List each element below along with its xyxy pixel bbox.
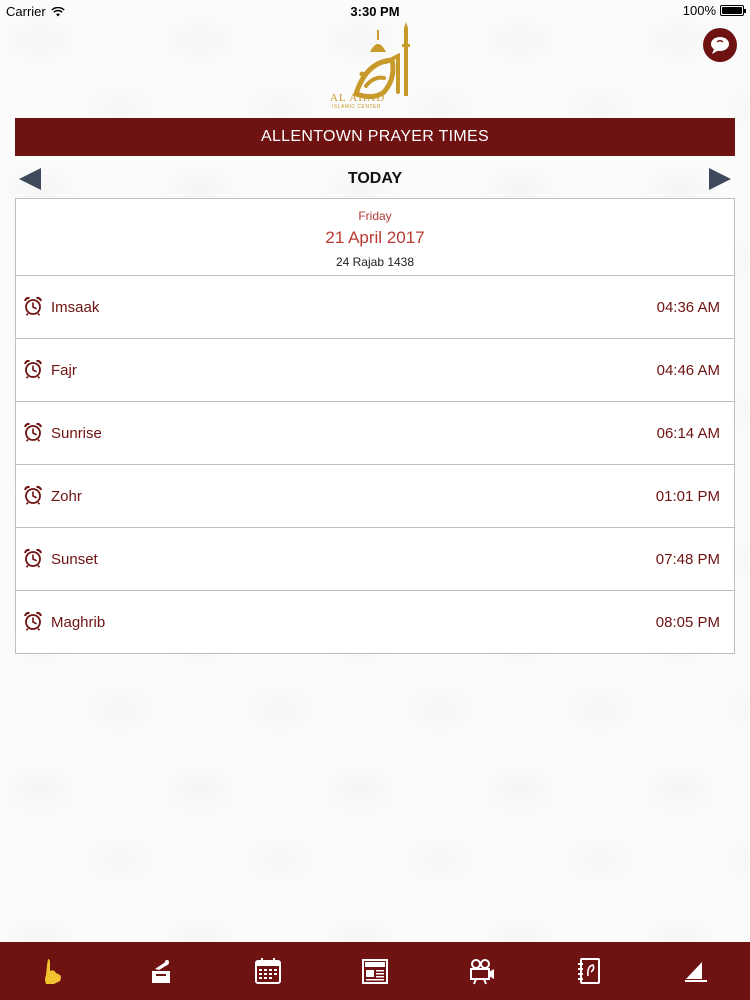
prayer-row-sunset[interactable]: Sunset 07:48 PM (15, 528, 735, 591)
prayer-hands-icon (45, 959, 61, 984)
prayer-name: Zohr (51, 488, 82, 505)
day-label: TODAY (347, 170, 403, 187)
logo-name: AL AHAD (330, 92, 386, 104)
alarm-clock-icon (24, 359, 42, 379)
prayer-name: Maghrib (51, 614, 106, 631)
prayer-time: 01:01 PM (655, 488, 720, 505)
page-title: ALLENTOWN PRAYER TIMES (261, 128, 489, 145)
prayer-row-imsaak[interactable]: Imsaak 04:36 AM (15, 276, 735, 339)
prayer-row-maghrib[interactable]: Maghrib 08:05 PM (15, 591, 735, 654)
alarm-clock-icon (24, 611, 42, 631)
prayer-name: Sunset (51, 551, 98, 568)
tab-calendar[interactable] (253, 956, 283, 986)
next-day-arrow-icon[interactable] (707, 166, 733, 192)
alarm-clock-icon (24, 296, 42, 316)
battery-icon (720, 5, 746, 16)
tab-news[interactable] (360, 956, 390, 986)
chat-bubble-icon (711, 37, 729, 54)
battery-percent: 100% (682, 3, 716, 18)
prayer-time: 04:46 AM (656, 362, 720, 379)
prayer-name: Sunrise (51, 425, 102, 442)
status-time: 3:30 PM (350, 4, 400, 19)
prayer-name: Imsaak (51, 299, 100, 316)
prayer-time: 07:48 PM (655, 551, 720, 568)
prayer-name: Fajr (51, 362, 77, 379)
prayer-row-fajr[interactable]: Fajr 04:46 AM (15, 339, 735, 402)
alarm-clock-icon (24, 422, 42, 442)
video-camera-icon (470, 959, 494, 985)
calendar-icon (255, 958, 281, 984)
page-title-bar: ALLENTOWN PRAYER TIMES (15, 118, 735, 156)
hijri-date: 24 Rajab 1438 (335, 255, 415, 269)
gregorian-date: 21 April 2017 (325, 228, 425, 247)
sailboat-icon (685, 962, 707, 982)
logo-subtitle: ISLAMIC CENTER (332, 104, 381, 110)
battery-indicator: 100% (682, 3, 746, 18)
tab-prayer-times[interactable] (39, 956, 69, 986)
status-bar: Carrier 3:30 PM 100% (0, 0, 750, 22)
alarm-clock-icon (24, 485, 42, 505)
bottom-tab-bar (0, 942, 750, 1000)
tab-donations[interactable] (146, 956, 176, 986)
date-panel: Friday 21 April 2017 24 Rajab 1438 (15, 198, 735, 276)
donation-box-icon (152, 960, 170, 983)
tab-contacts[interactable] (574, 956, 604, 986)
prayer-times-list: Imsaak 04:36 AM Fajr 04:46 AM Sunrise 06… (15, 276, 735, 654)
weekday-label: Friday (358, 209, 392, 223)
prayer-row-zohr[interactable]: Zohr 01:01 PM (15, 465, 735, 528)
chat-button[interactable] (703, 28, 737, 62)
news-icon (362, 959, 388, 984)
date-navigation: TODAY (15, 160, 735, 198)
tab-videos[interactable] (467, 956, 497, 986)
prayer-time: 06:14 AM (656, 425, 720, 442)
prayer-time: 08:05 PM (655, 614, 720, 631)
tab-more[interactable] (681, 956, 711, 986)
prayer-row-sunrise[interactable]: Sunrise 06:14 AM (15, 402, 735, 465)
alarm-clock-icon (24, 548, 42, 568)
contact-book-icon (578, 958, 600, 984)
prayer-time: 04:36 AM (656, 299, 720, 316)
